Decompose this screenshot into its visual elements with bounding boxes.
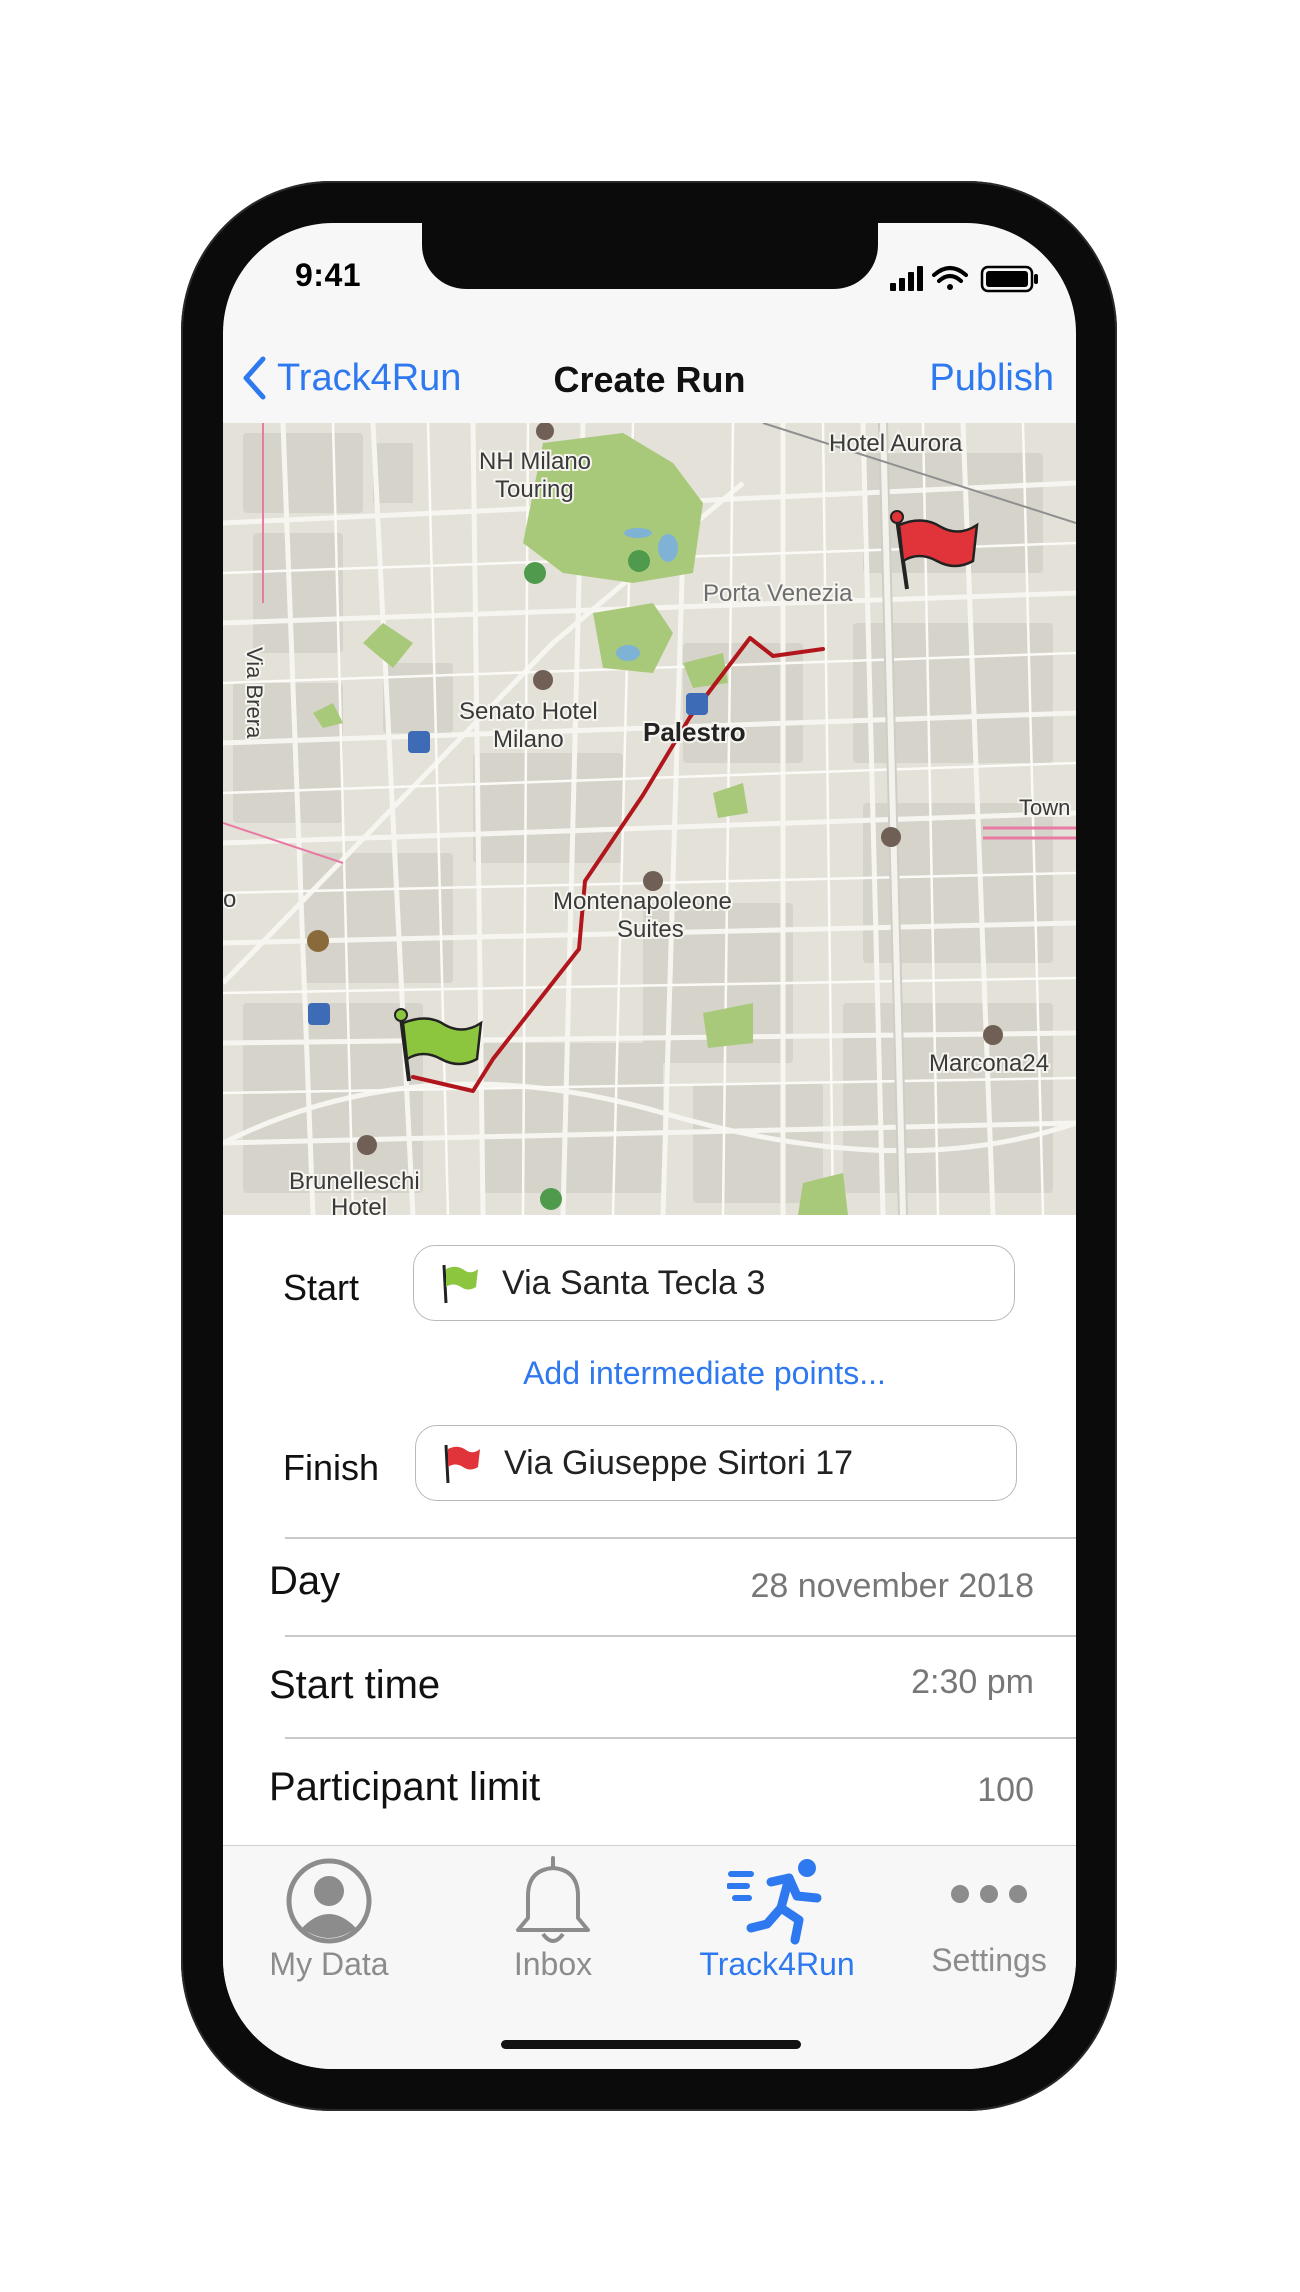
finish-label: Finish [283, 1447, 380, 1488]
finish-value: Via Giuseppe Sirtori 17 [504, 1443, 854, 1482]
map-label-porta-venezia: Porta Venezia [703, 580, 853, 607]
tab-bar: My Data Inbox Track4Run Settings [223, 1845, 1076, 2069]
participant-limit-label: Participant limit [269, 1765, 541, 1809]
tab-label: Inbox [513, 1946, 593, 1982]
metro-icon [408, 731, 430, 753]
navigation-bar: Track4Run Create Run Publish [223, 333, 1076, 423]
phone-notch [422, 223, 878, 289]
status-icons [890, 265, 1038, 293]
tab-label: Settings [931, 1942, 1047, 1978]
map-label-palestro: Palestro [643, 717, 746, 747]
signal-icon [890, 266, 923, 291]
hotel-icon [881, 827, 901, 847]
participant-limit-value: 100 [977, 1771, 1034, 1809]
map-canvas[interactable]: Hotel Aurora NH Milano Touring Porta Ven… [223, 423, 1076, 1215]
hotel-icon [357, 1135, 377, 1155]
start-time-value: 2:30 pm [911, 1663, 1034, 1701]
start-field[interactable]: Via Santa Tecla 3 [413, 1245, 1015, 1321]
map-label-montenapoleone: Montenapoleone [553, 888, 732, 915]
metro-icon [308, 1003, 330, 1025]
tab-label: My Data [269, 1946, 389, 1982]
tab-label: Track4Run [699, 1946, 855, 1982]
run-form: Start Via Santa Tecla 3 Add intermediate… [223, 1215, 1076, 1845]
start-time-label: Start time [269, 1663, 441, 1707]
tab-settings[interactable]: Settings [889, 1846, 1076, 1986]
status-time: 9:41 [295, 257, 362, 293]
museum-icon [307, 930, 329, 952]
map-label-touring: Touring [495, 476, 574, 503]
map-label-brunelleschi-hotel: Hotel [331, 1194, 387, 1215]
day-label: Day [269, 1559, 341, 1603]
bell-icon [516, 1856, 590, 1943]
publish-button[interactable]: Publish [929, 357, 1054, 400]
person-circle-icon [286, 1858, 372, 1944]
finish-field[interactable]: Via Giuseppe Sirtori 17 [415, 1425, 1017, 1501]
tree-icon [540, 1188, 562, 1210]
home-indicator[interactable] [501, 2040, 801, 2049]
day-value: 28 november 2018 [750, 1567, 1034, 1605]
green-flag-icon [442, 1264, 478, 1304]
battery-icon [980, 265, 1038, 293]
map-label-senato-hotel: Senato Hotel [459, 698, 598, 725]
start-value: Via Santa Tecla 3 [502, 1263, 766, 1302]
add-intermediate-points-link[interactable]: Add intermediate points... [223, 1355, 1076, 1392]
tab-inbox[interactable]: Inbox [453, 1846, 653, 1986]
map-label-town: Town [1019, 795, 1070, 820]
hotel-icon [983, 1025, 1003, 1045]
map-label-suites: Suites [617, 916, 684, 943]
map-label-senato-milano: Milano [493, 726, 564, 753]
metro-icon [686, 693, 708, 715]
map-label-via-brera: Via Brera [242, 647, 267, 739]
wifi-icon [932, 266, 968, 290]
tree-icon [524, 562, 546, 584]
hotel-icon [533, 670, 553, 690]
tab-track4run[interactable]: Track4Run [677, 1846, 877, 1986]
tab-my-data[interactable]: My Data [229, 1846, 429, 1986]
divider [285, 1537, 1076, 1539]
app-screen: 9:41 Track4Run Create Run Publish Hotel … [223, 223, 1076, 2069]
map-label-edge: o [223, 886, 236, 913]
map-label-marcona: Marcona24 [929, 1050, 1049, 1077]
map-label-brunelleschi: Brunelleschi [289, 1168, 420, 1195]
runner-icon [727, 1859, 822, 1945]
start-label: Start [283, 1267, 360, 1308]
red-flag-icon [444, 1444, 480, 1484]
map-label-nh-milano: NH Milano [479, 448, 591, 475]
tree-icon [628, 550, 650, 572]
divider [285, 1635, 1076, 1637]
map-label-hotel-aurora: Hotel Aurora [829, 430, 963, 457]
route-map[interactable]: Hotel Aurora NH Milano Touring Porta Ven… [223, 423, 1076, 1215]
divider [285, 1737, 1076, 1739]
